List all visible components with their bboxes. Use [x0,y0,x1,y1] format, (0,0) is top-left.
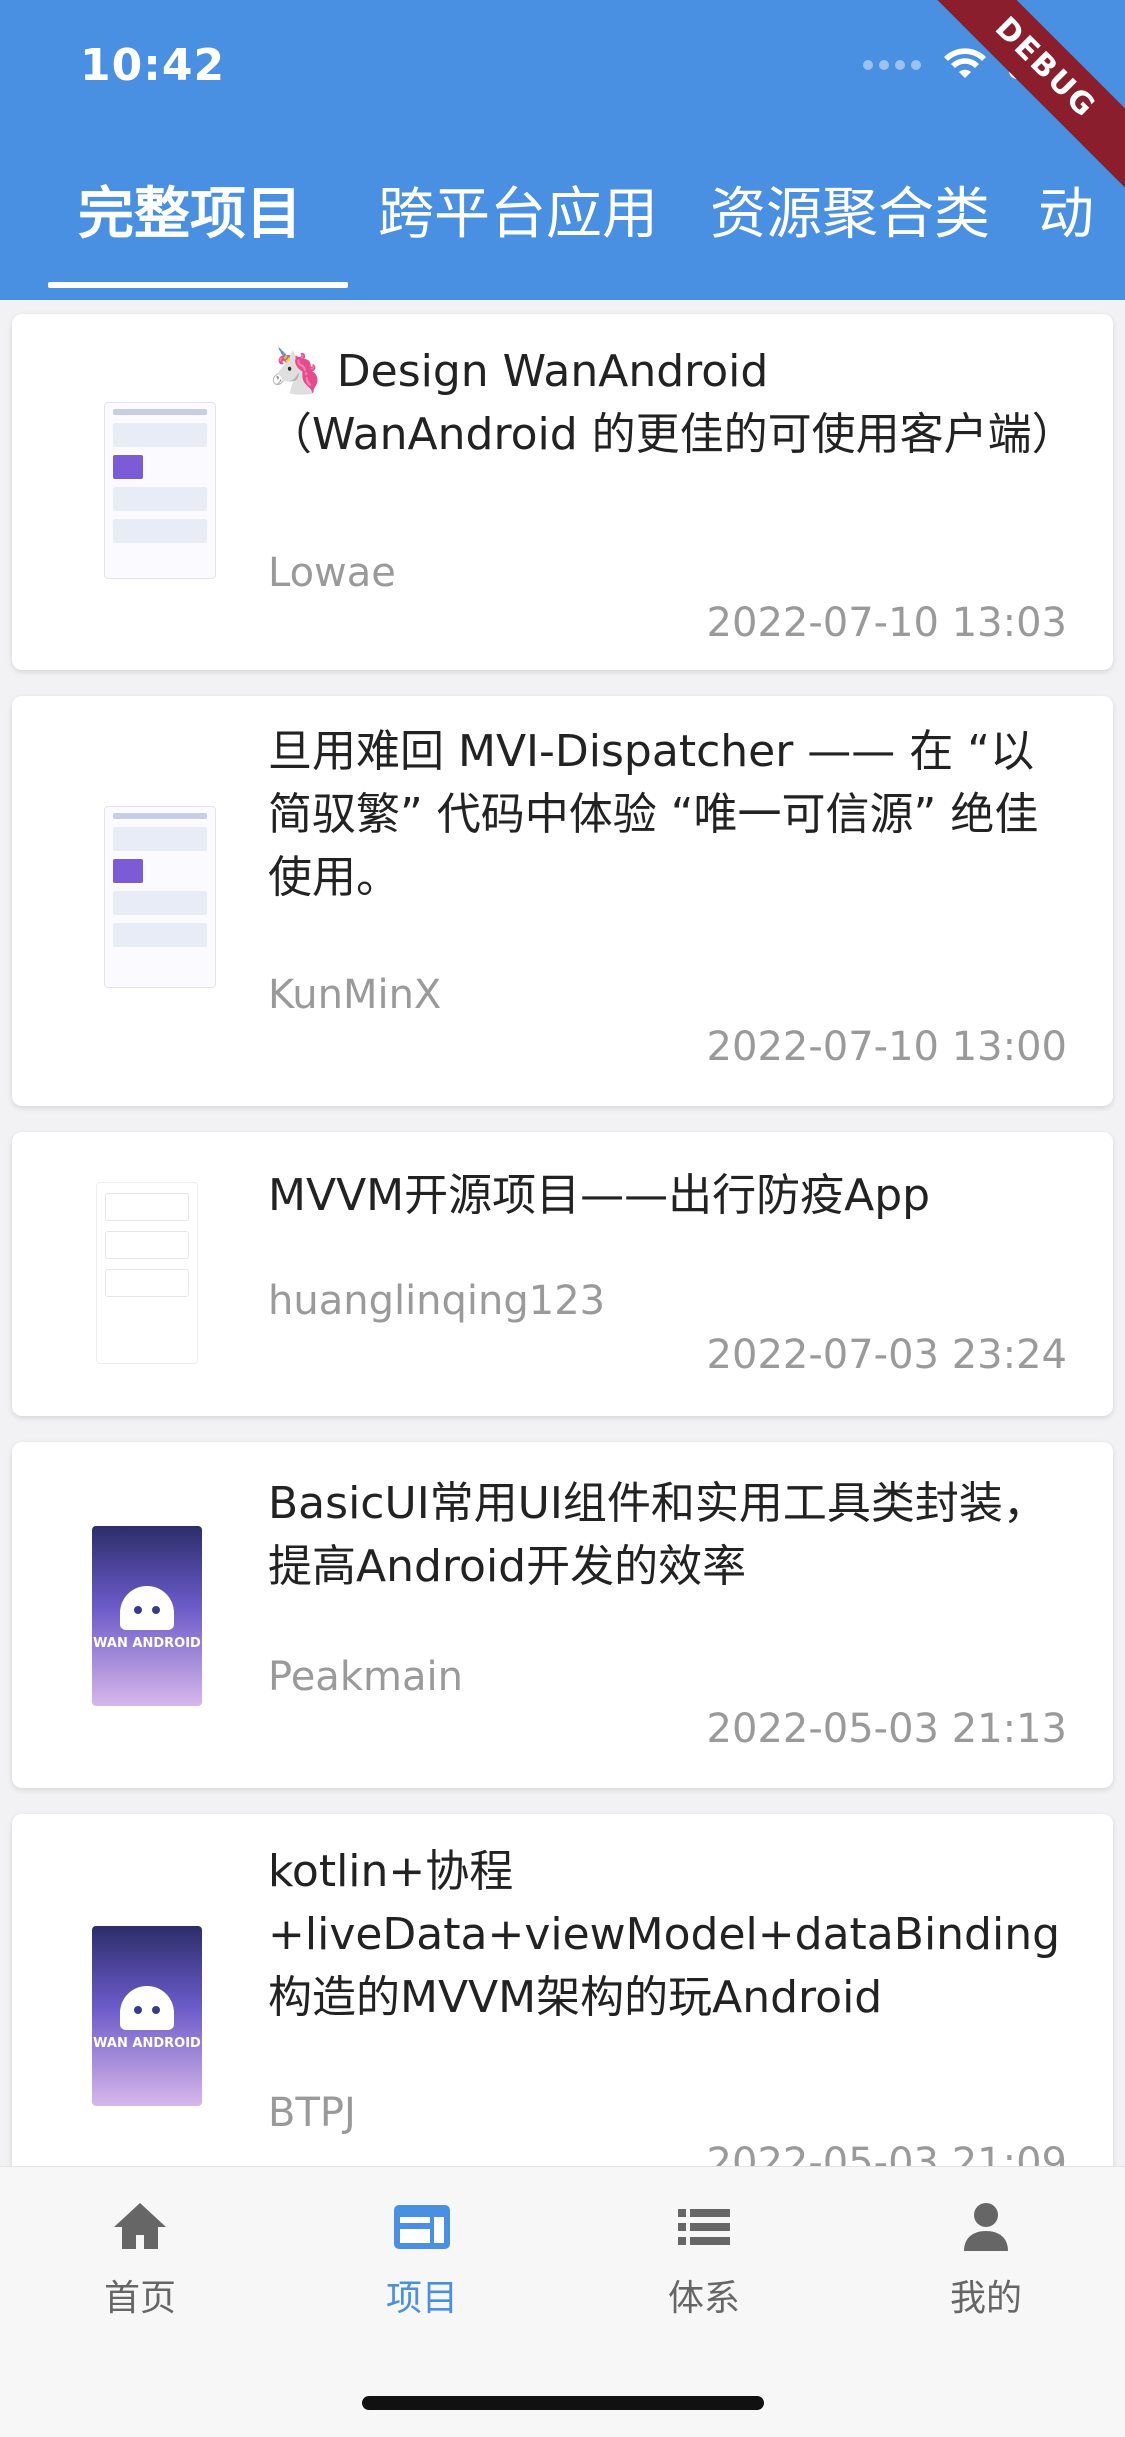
project-author: Peakmain [268,1654,463,1700]
project-thumbnail [104,806,216,988]
project-thumbnail: WAN ANDROID [92,1926,202,2106]
nav-label: 首页 [103,2278,176,2319]
wifi-icon [944,48,986,78]
tab-complete-projects[interactable]: 完整项目 [78,170,302,280]
tab-more[interactable]: 动 [1038,170,1094,280]
project-thumbnail [96,1182,198,1364]
project-date: 2022-05-03 21:13 [706,1706,1067,1752]
tab-cross-platform[interactable]: 跨平台应用 [378,170,658,280]
project-title: 🦄 Design WanAndroid（WanAndroid 的更佳的可使用客户… [268,346,1076,460]
nav-system[interactable]: 体系 [604,2195,804,2321]
project-title: MVVM开源项目——出行防疫App [268,1170,931,1221]
project-author: KunMinX [268,972,442,1018]
nav-project[interactable]: 项目 [322,2195,522,2321]
project-title: BasicUI常用UI组件和实用工具类封装，提高Android开发的效率 [268,1478,1047,1592]
project-thumbnail: WAN ANDROID [92,1526,202,1706]
project-thumbnail [104,402,216,579]
list-icon [678,2209,730,2245]
nav-mine[interactable]: 我的 [886,2195,1086,2321]
nav-home[interactable]: 首页 [40,2195,240,2321]
project-card[interactable]: MVVM开源项目——出行防疫App huanglinqing123 2022-0… [12,1132,1113,1416]
nav-label: 体系 [667,2278,740,2319]
home-icon [114,2203,166,2249]
project-date: 2022-05-03 21:09 [706,2140,1067,2166]
project-icon [394,2205,450,2249]
nav-label: 我的 [949,2278,1022,2319]
poster-text: WAN ANDROID [93,1636,201,1651]
android-icon [120,1586,174,1630]
project-title: 旦用难回 MVI-Dispatcher —— 在 “以简驭繁” 代码中体验 “唯… [268,726,1039,903]
project-card[interactable]: WAN ANDROID BasicUI常用UI组件和实用工具类封装，提高Andr… [12,1442,1113,1788]
project-date: 2022-07-03 23:24 [706,1332,1067,1378]
project-list[interactable]: 🦄 Design WanAndroid（WanAndroid 的更佳的可使用客户… [0,300,1125,2166]
project-card[interactable]: WAN ANDROID kotlin+协程+liveData+viewModel… [12,1814,1113,2166]
project-card[interactable]: 🦄 Design WanAndroid（WanAndroid 的更佳的可使用客户… [12,314,1113,670]
poster-text: WAN ANDROID [93,2036,201,2051]
person-icon [964,2203,1008,2251]
project-date: 2022-07-10 13:00 [706,1024,1067,1070]
android-icon [120,1986,174,2030]
signal-icon [863,60,921,70]
tab-indicator [48,282,348,288]
category-tabs: 完整项目 跨平台应用 资源聚合类 动 [0,170,1125,290]
debug-banner: DEBUG [919,0,1125,194]
project-author: Lowae [268,550,396,596]
home-indicator [362,2396,764,2410]
project-author: huanglinqing123 [268,1278,606,1324]
app-header: 10:42 DEBUG 完整项目 跨平台应用 资源聚合类 动 [0,0,1125,300]
project-title: kotlin+协程+liveData+viewModel+dataBinding… [268,1846,1061,2023]
project-date: 2022-07-10 13:03 [706,600,1067,646]
nav-label: 项目 [385,2278,458,2319]
project-card[interactable]: 旦用难回 MVI-Dispatcher —— 在 “以简驭繁” 代码中体验 “唯… [12,696,1113,1106]
project-author: BTPJ [268,2090,356,2136]
tab-resource-aggregation[interactable]: 资源聚合类 [710,170,990,280]
status-time: 10:42 [80,40,226,91]
